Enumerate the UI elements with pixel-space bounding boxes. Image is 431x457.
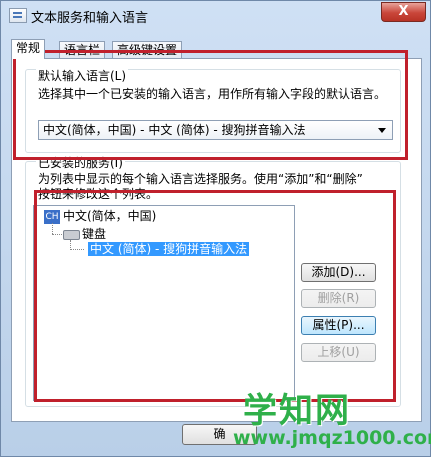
tab-general[interactable]: 常规 (11, 39, 46, 59)
watermark-brand: 学知网 (243, 391, 351, 431)
title-bar: 文本服务和输入语言 X (1, 1, 431, 29)
app-icon (9, 8, 27, 23)
highlight-box-installed-services (34, 190, 396, 402)
highlight-box-default-language (13, 50, 408, 160)
watermark-url: www.jmqz1000.com (233, 427, 431, 449)
close-button[interactable]: X (381, 2, 426, 22)
watermark: 学知网 www.jmqz1000.com (233, 383, 431, 453)
dialog-window: 文本服务和输入语言 X 常规 语言栏 高级键设置 默认输入语言(L) 选择其中一… (0, 0, 431, 457)
window-title: 文本服务和输入语言 (31, 11, 149, 26)
